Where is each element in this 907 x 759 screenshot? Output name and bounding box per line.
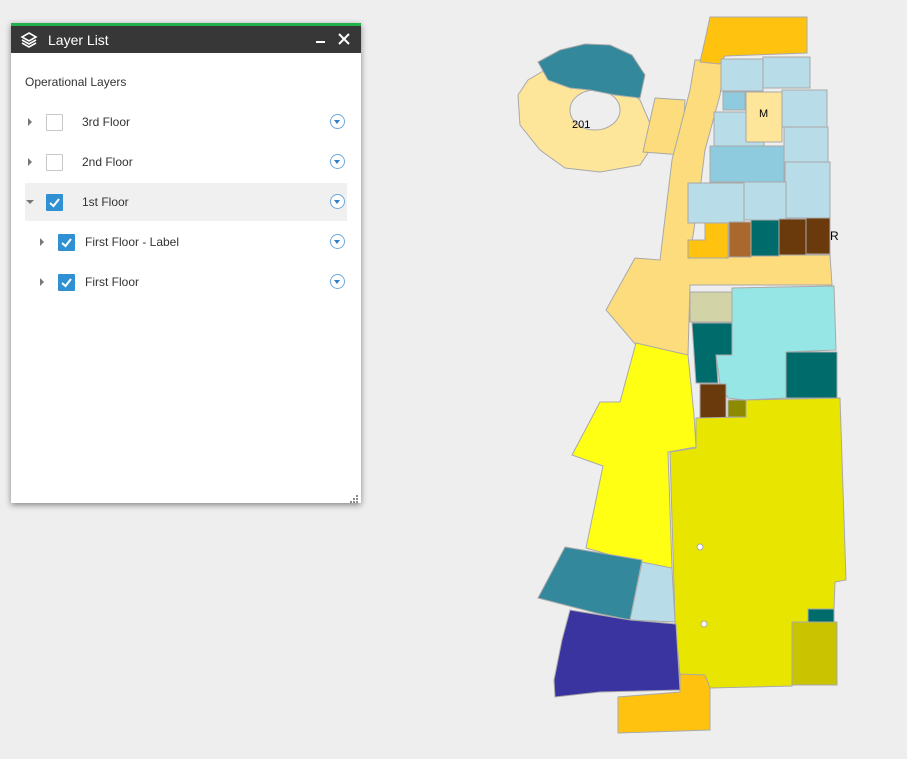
room-lb-4[interactable] xyxy=(781,89,828,128)
layer-menu-button[interactable] xyxy=(330,234,345,249)
room-teal-blue[interactable] xyxy=(537,546,643,621)
room-lb-5[interactable] xyxy=(783,126,829,163)
room-dark-teal-2[interactable] xyxy=(785,351,838,399)
layer-label: First Floor xyxy=(85,275,139,289)
close-button[interactable] xyxy=(335,30,353,48)
room-olive[interactable] xyxy=(791,621,838,686)
layer-row-3rd-floor[interactable]: 3rd Floor xyxy=(25,103,347,141)
layer-list-panel: Layer List Operational Layers 3rd Floor … xyxy=(11,23,361,503)
room-brown-1[interactable] xyxy=(778,218,807,256)
layer-row-1st-floor[interactable]: 1st Floor xyxy=(25,183,347,221)
room-lb-2[interactable] xyxy=(762,56,811,89)
map-label-201: 201 xyxy=(572,119,590,131)
room-sky-small[interactable] xyxy=(722,91,746,111)
check-icon xyxy=(61,277,72,287)
layer-menu-button[interactable] xyxy=(330,274,345,289)
minimize-button[interactable] xyxy=(314,32,328,46)
check-icon xyxy=(49,197,60,207)
panel-title: Layer List xyxy=(48,31,109,48)
resize-handle-icon[interactable] xyxy=(349,491,359,503)
layers-icon xyxy=(20,31,38,48)
layer-label: First Floor - Label xyxy=(85,235,180,249)
layer-row-2nd-floor[interactable]: 2nd Floor xyxy=(25,143,347,181)
expand-chevron-icon[interactable] xyxy=(25,155,39,169)
room-sky-wide[interactable] xyxy=(709,145,785,183)
room-lb-1[interactable] xyxy=(720,58,764,92)
panel-titlebar[interactable]: Layer List xyxy=(11,26,361,53)
layer-checkbox[interactable] xyxy=(46,113,63,131)
room-dark-olive[interactable] xyxy=(727,399,747,418)
close-icon xyxy=(338,33,350,45)
layer-label: 1st Floor xyxy=(82,195,129,209)
map-label-m: M xyxy=(759,108,768,120)
room-teal-small[interactable] xyxy=(750,219,780,257)
room-lb-8[interactable] xyxy=(743,181,787,221)
expand-chevron-icon[interactable] xyxy=(37,235,51,249)
room-dark-teal-3[interactable] xyxy=(807,608,835,623)
room-lb-7[interactable] xyxy=(687,182,745,224)
layer-label: 2nd Floor xyxy=(82,155,133,169)
room-brown-3[interactable] xyxy=(699,383,727,419)
layer-menu-button[interactable] xyxy=(330,114,345,129)
section-label-operational-layers: Operational Layers xyxy=(25,75,127,89)
check-icon xyxy=(61,237,72,247)
expand-chevron-icon[interactable] xyxy=(25,115,39,129)
room-lb-6[interactable] xyxy=(784,161,831,219)
room-brown-2[interactable] xyxy=(805,217,831,255)
expand-chevron-icon[interactable] xyxy=(37,275,51,289)
layer-menu-button[interactable] xyxy=(330,154,345,169)
layer-checkbox[interactable] xyxy=(58,233,75,251)
layer-row-first-floor-label[interactable]: First Floor - Label xyxy=(25,223,347,261)
layer-checkbox[interactable] xyxy=(46,153,63,171)
layer-label: 3rd Floor xyxy=(82,115,131,129)
layer-checkbox[interactable] xyxy=(46,193,63,211)
collapse-chevron-icon[interactable] xyxy=(25,195,39,209)
layer-checkbox[interactable] xyxy=(58,273,75,291)
map-label-r: R xyxy=(830,229,839,243)
room-sage[interactable] xyxy=(689,291,733,323)
room-sienna[interactable] xyxy=(728,221,752,258)
layer-menu-button[interactable] xyxy=(330,194,345,209)
layer-row-first-floor[interactable]: First Floor xyxy=(25,263,347,301)
room-indigo[interactable] xyxy=(553,609,681,698)
